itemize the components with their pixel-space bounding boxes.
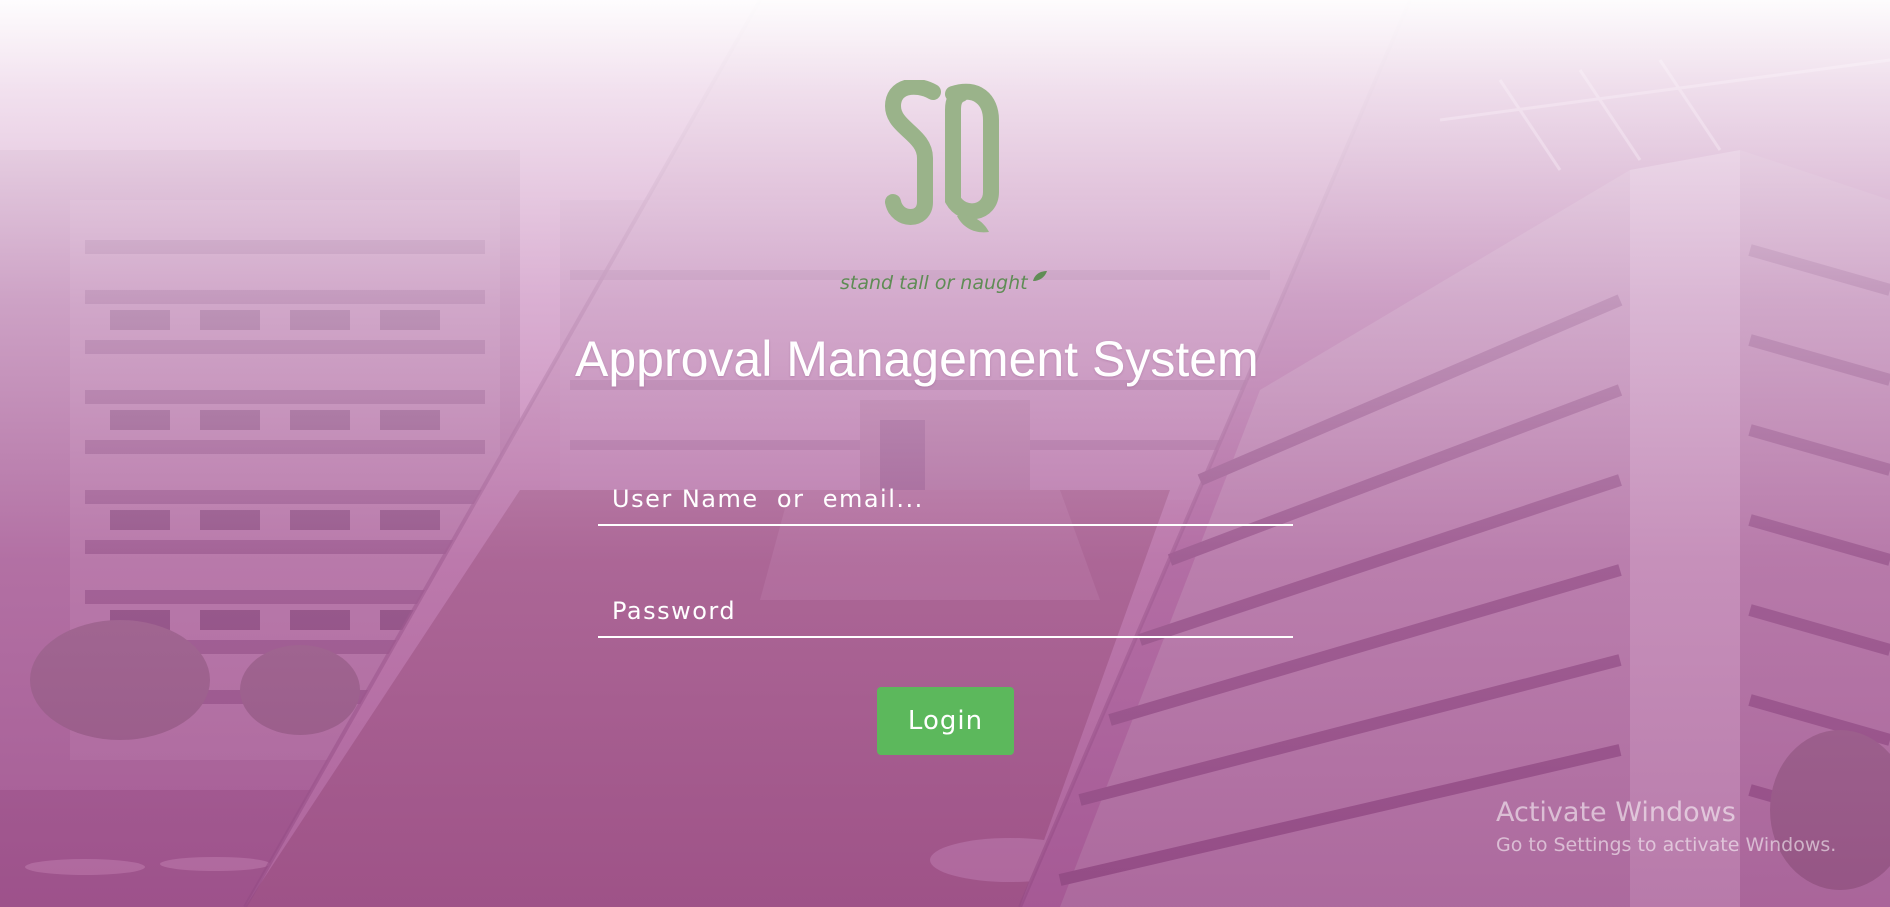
watermark-title: Activate Windows: [1496, 797, 1736, 828]
username-input[interactable]: [598, 474, 1293, 526]
brand-tagline: stand tall or naught: [840, 272, 1028, 294]
watermark-subtitle: Go to Settings to activate Windows.: [1496, 834, 1837, 856]
login-button[interactable]: Login: [877, 687, 1014, 755]
password-input[interactable]: [598, 586, 1293, 638]
page-title: Approval Management System: [575, 331, 1259, 387]
windows-activation-watermark: Activate Windows Go to Settings to activ…: [1496, 796, 1876, 860]
leaf-icon: [1033, 271, 1047, 281]
brand-logo: [884, 78, 1000, 240]
